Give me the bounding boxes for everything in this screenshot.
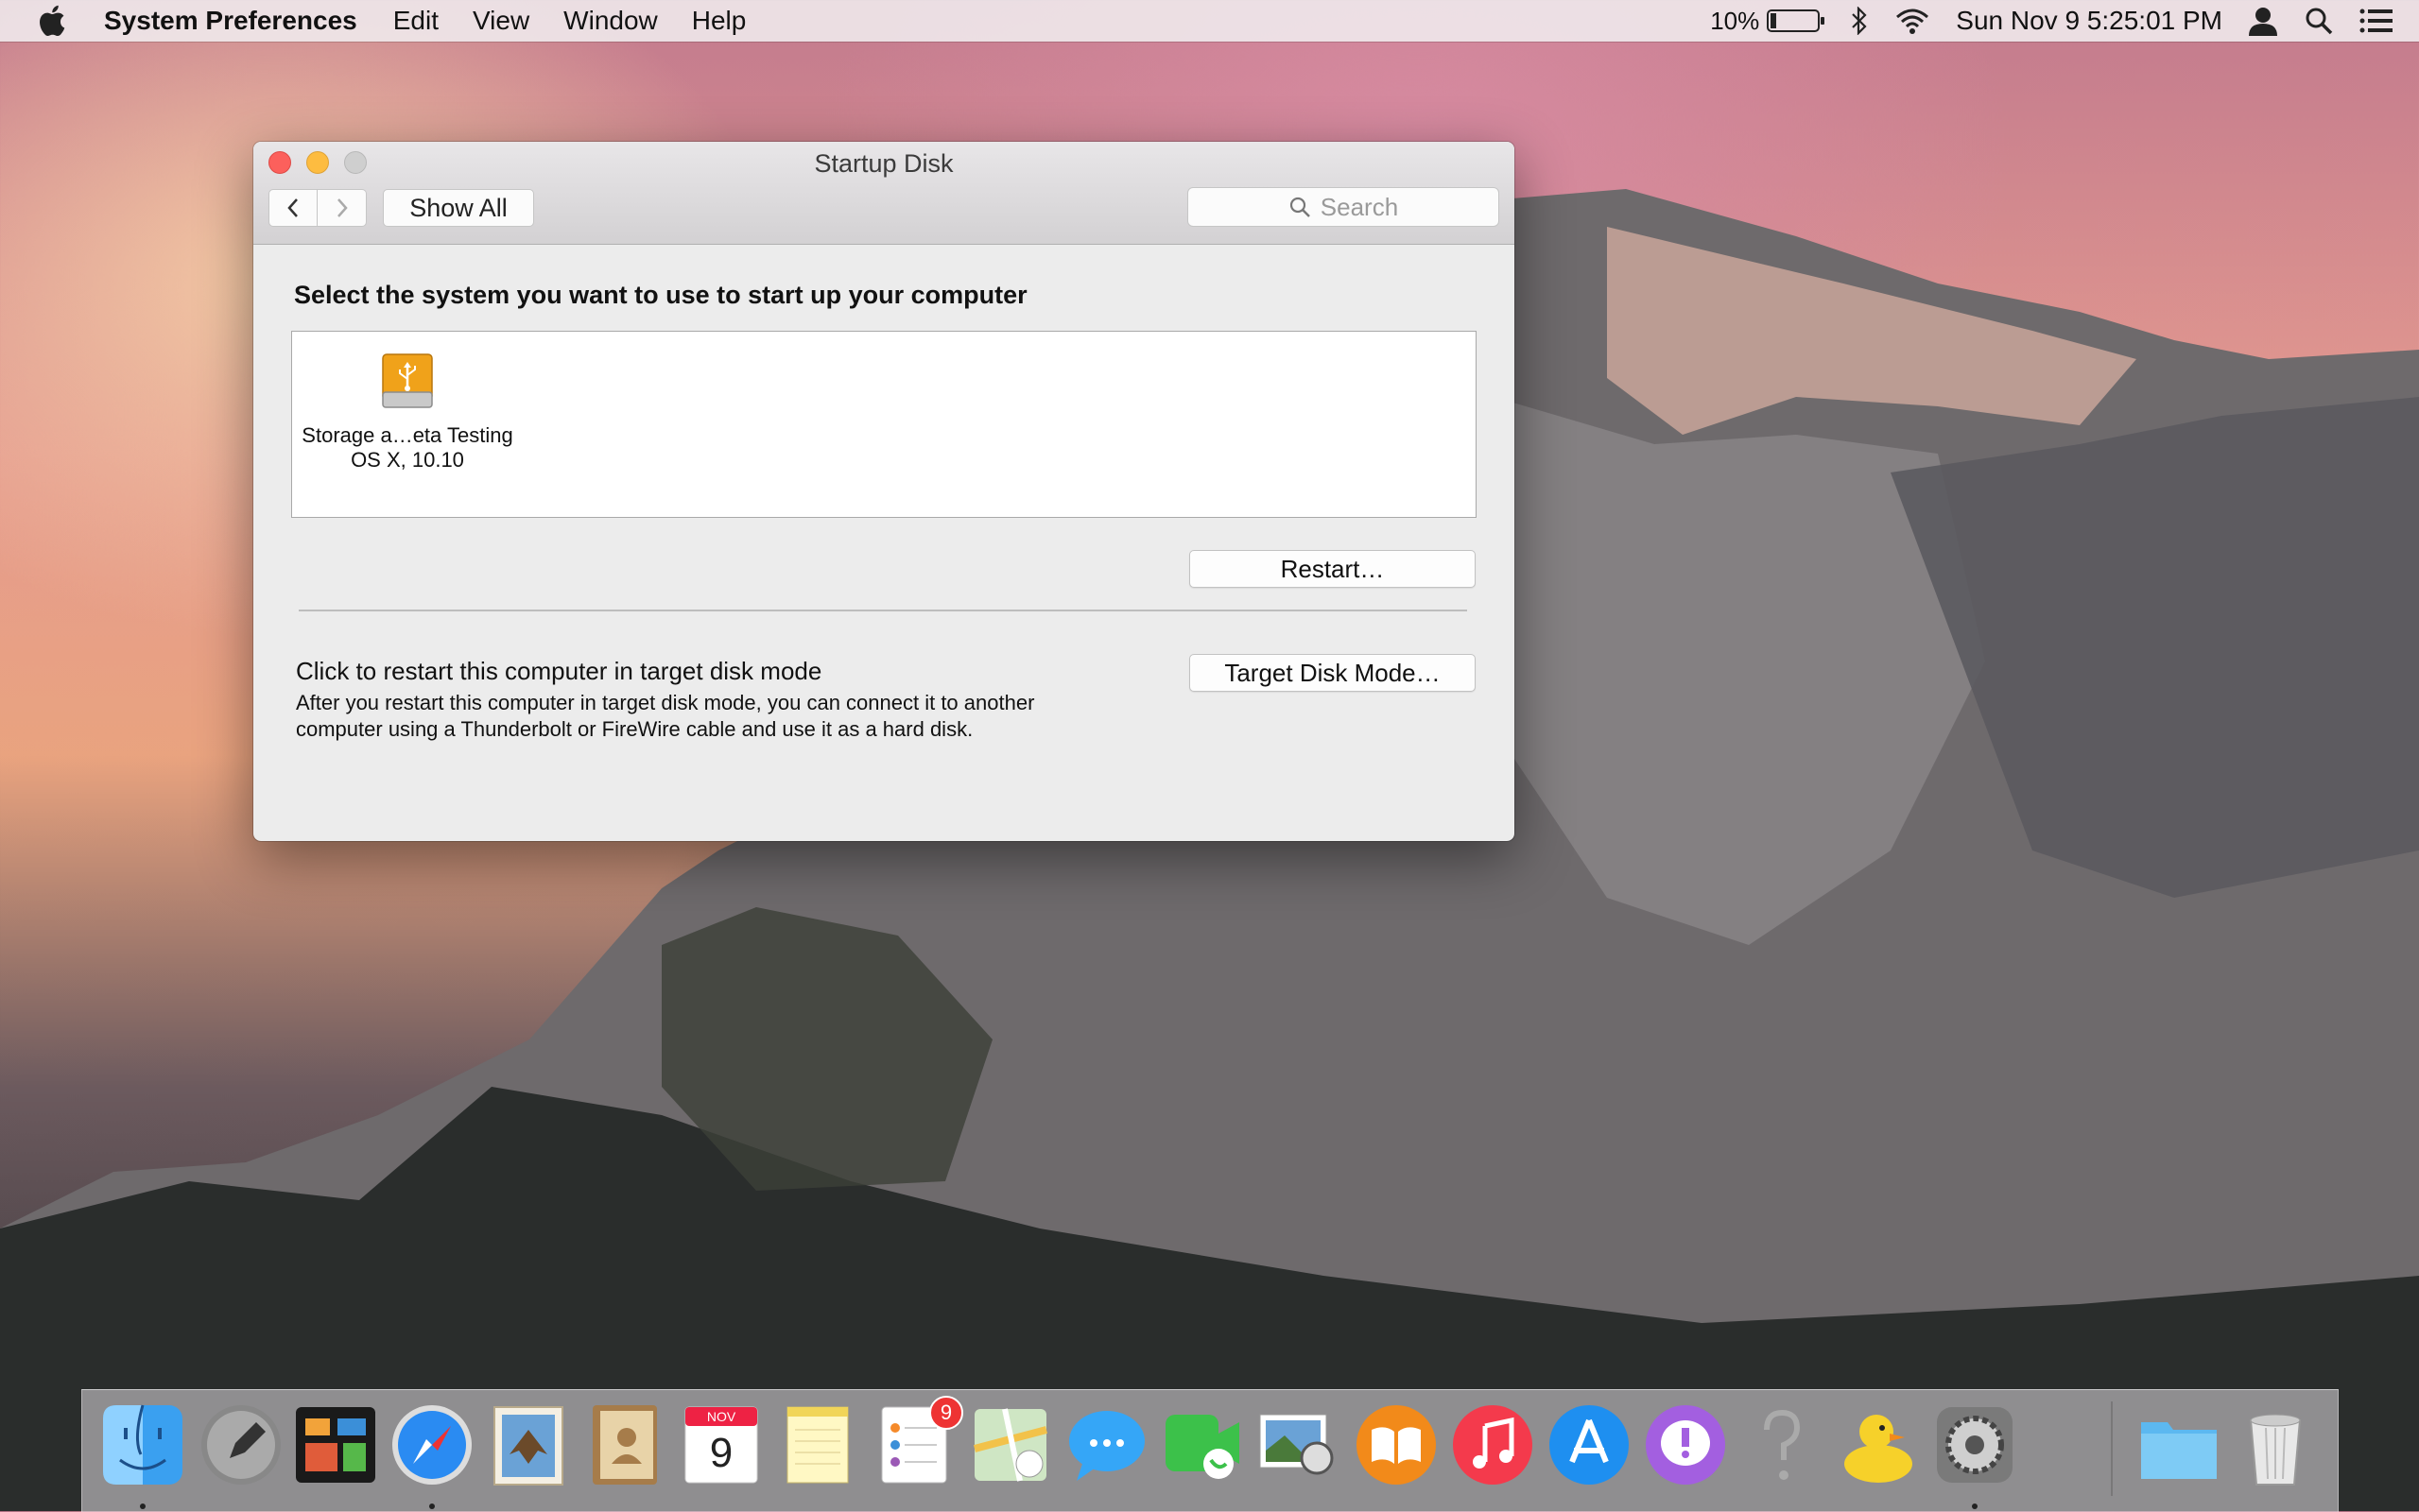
- pane-content: Select the system you want to use to sta…: [253, 142, 1514, 841]
- mission-control-icon[interactable]: [292, 1401, 379, 1488]
- spotlight-icon[interactable]: [2304, 6, 2334, 36]
- user-icon[interactable]: [2247, 6, 2279, 36]
- maps-icon[interactable]: [967, 1401, 1054, 1488]
- app-store-icon[interactable]: [1546, 1401, 1633, 1488]
- target-disk-mode-button[interactable]: Target Disk Mode…: [1189, 654, 1476, 692]
- calendar-icon[interactable]: NOV 9: [678, 1401, 765, 1488]
- help-icon[interactable]: [1738, 1401, 1825, 1488]
- disk-name-line1: Storage a…eta Testing: [302, 423, 513, 447]
- trash-icon[interactable]: [2232, 1401, 2319, 1488]
- menu-help[interactable]: Help: [692, 6, 747, 36]
- disk-name: Storage a…eta Testing OS X, 10.10: [292, 423, 523, 472]
- usb-drive-icon: [382, 353, 433, 408]
- calendar-day: 9: [709, 1430, 734, 1476]
- target-disk-mode-description: After you restart this computer in targe…: [296, 691, 1035, 741]
- system-preferences-icon[interactable]: [1931, 1401, 2018, 1509]
- running-indicator: [140, 1503, 146, 1509]
- menu-window[interactable]: Window: [563, 6, 658, 36]
- menu-bar: System Preferences Edit View Window Help…: [0, 0, 2419, 42]
- calendar-month: NOV: [706, 1409, 736, 1424]
- battery-icon[interactable]: [1767, 9, 1825, 33]
- dock: NOV 9 9: [81, 1389, 2339, 1512]
- apple-menu-icon[interactable]: [36, 3, 72, 39]
- running-indicator: [1972, 1503, 1978, 1509]
- menu-extras: 10% Sun Nov 9 5:25:01 PM: [1710, 0, 2419, 42]
- startup-disk-list[interactable]: Storage a…eta Testing OS X, 10.10: [291, 331, 1477, 518]
- safari-icon[interactable]: [389, 1401, 475, 1509]
- reminders-icon[interactable]: 9: [871, 1396, 963, 1488]
- reminders-badge: 9: [929, 1396, 963, 1430]
- preview-icon[interactable]: [1256, 1401, 1343, 1488]
- itunes-icon[interactable]: [1449, 1401, 1536, 1488]
- target-disk-mode-title: Click to restart this computer in target…: [296, 657, 822, 685]
- facetime-icon[interactable]: [1160, 1401, 1247, 1488]
- ibooks-icon[interactable]: [1353, 1401, 1440, 1488]
- mail-icon[interactable]: [485, 1401, 572, 1488]
- messages-icon[interactable]: [1063, 1401, 1150, 1488]
- menu-app-name[interactable]: System Preferences: [104, 6, 357, 36]
- clock[interactable]: Sun Nov 9 5:25:01 PM: [1956, 6, 2222, 36]
- wifi-icon[interactable]: [1893, 7, 1931, 35]
- running-indicator: [429, 1503, 435, 1509]
- contacts-icon[interactable]: [581, 1401, 668, 1488]
- notification-center-icon[interactable]: [2359, 7, 2394, 35]
- launchpad-icon[interactable]: [198, 1401, 285, 1488]
- menu-view[interactable]: View: [473, 6, 529, 36]
- page-title: Select the system you want to use to sta…: [294, 281, 1028, 309]
- feedback-assistant-icon[interactable]: [1642, 1401, 1729, 1488]
- cyberduck-icon[interactable]: [1835, 1401, 1922, 1488]
- menu-edit[interactable]: Edit: [393, 6, 439, 36]
- section-divider: [299, 610, 1467, 611]
- disk-name-line2: OS X, 10.10: [351, 448, 464, 472]
- battery-percent[interactable]: 10%: [1710, 7, 1759, 36]
- bluetooth-icon[interactable]: [1850, 7, 1869, 35]
- finder-icon[interactable]: [99, 1401, 186, 1509]
- restart-button[interactable]: Restart…: [1189, 550, 1476, 588]
- dock-separator: [2111, 1401, 2113, 1496]
- disk-item[interactable]: Storage a…eta Testing OS X, 10.10: [292, 351, 523, 472]
- downloads-folder-icon[interactable]: [2135, 1401, 2222, 1488]
- notes-icon[interactable]: [774, 1401, 861, 1488]
- startup-disk-window: Startup Disk Show All Search Select the …: [253, 142, 1514, 841]
